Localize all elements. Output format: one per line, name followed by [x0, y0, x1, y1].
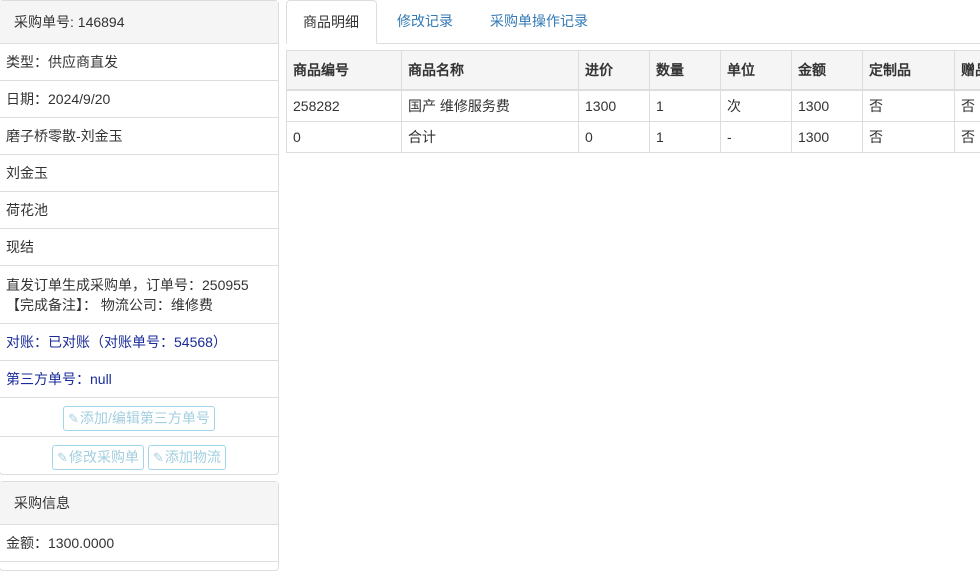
- cell-gift: 否: [955, 122, 980, 153]
- cell-name: 国产 维修服务费: [402, 90, 579, 122]
- location: 荷花池: [0, 192, 278, 229]
- cell-custom: 否: [863, 90, 955, 122]
- edit-icon: ✎: [68, 411, 79, 426]
- third-party-actions: ✎添加/编辑第三方单号: [0, 398, 278, 437]
- cell-quantity: 1: [650, 122, 721, 153]
- col-header-name: 商品名称: [402, 51, 579, 91]
- cell-price: 0: [579, 122, 650, 153]
- reconcile-status: 对账：已对账（对账单号：54568）: [0, 324, 278, 361]
- col-header-amount: 金额: [792, 51, 863, 91]
- cell-code: 258282: [287, 90, 402, 122]
- order-date: 日期：2024/9/20: [0, 81, 278, 118]
- order-actions: ✎修改采购单✎添加物流: [0, 437, 278, 476]
- tab-goods-detail[interactable]: 商品明细: [286, 0, 377, 44]
- goods-table: 商品编号 商品名称 进价 数量 单位 金额 定制品 赠品 258282 国产 维…: [286, 50, 980, 153]
- col-header-quantity: 数量: [650, 51, 721, 91]
- table-header-row: 商品编号 商品名称 进价 数量 单位 金额 定制品 赠品: [287, 51, 980, 91]
- cell-unit: -: [721, 122, 792, 153]
- order-note-line1: 直发订单生成采购单，订单号：250955: [6, 275, 272, 295]
- col-header-code: 商品编号: [287, 51, 402, 91]
- edit-icon: ✎: [57, 450, 68, 465]
- order-number-heading: 采购单号: 146894: [0, 1, 278, 44]
- supplier-name: 磨子桥零散-刘金玉: [0, 118, 278, 155]
- tab-modify-records[interactable]: 修改记录: [381, 0, 469, 44]
- purchase-amount: 金额：1300.0000: [0, 525, 278, 562]
- table-row-total: 0 合计 0 1 - 1300 否 否: [287, 122, 980, 153]
- cell-custom: 否: [863, 122, 955, 153]
- col-header-price: 进价: [579, 51, 650, 91]
- cell-quantity: 1: [650, 90, 721, 122]
- purchase-info-heading: 采购信息: [0, 482, 278, 525]
- cell-unit: 次: [721, 90, 792, 122]
- col-header-custom: 定制品: [863, 51, 955, 91]
- third-party-number: 第三方单号：null: [0, 361, 278, 398]
- payment-method: 现结: [0, 229, 278, 266]
- order-note-line2: 【完成备注】： 物流公司：维修费: [6, 295, 272, 315]
- order-info-panel: 采购单号: 146894 类型：供应商直发 日期：2024/9/20 磨子桥零散…: [0, 0, 279, 475]
- col-header-unit: 单位: [721, 51, 792, 91]
- order-type: 类型：供应商直发: [0, 44, 278, 81]
- purchase-info-panel: 采购信息 金额：1300.0000: [0, 481, 279, 571]
- edit-order-button[interactable]: ✎修改采购单: [52, 445, 144, 470]
- edit-icon: ✎: [153, 450, 164, 465]
- cell-amount: 1300: [792, 122, 863, 153]
- cell-price: 1300: [579, 90, 650, 122]
- contact-person: 刘金玉: [0, 155, 278, 192]
- col-header-gift: 赠品: [955, 51, 980, 91]
- order-note: 直发订单生成采购单，订单号：250955 【完成备注】： 物流公司：维修费: [0, 266, 278, 324]
- add-logistics-button[interactable]: ✎添加物流: [148, 445, 226, 470]
- cell-gift: 否: [955, 90, 980, 122]
- table-row: 258282 国产 维修服务费 1300 1 次 1300 否 否: [287, 90, 980, 122]
- detail-tabs: 商品明细 修改记录 采购单操作记录: [286, 0, 980, 44]
- cell-code: 0: [287, 122, 402, 153]
- edit-third-party-button[interactable]: ✎添加/编辑第三方单号: [63, 406, 215, 431]
- cell-name: 合计: [402, 122, 579, 153]
- cell-amount: 1300: [792, 90, 863, 122]
- tab-order-operation-records[interactable]: 采购单操作记录: [474, 0, 604, 44]
